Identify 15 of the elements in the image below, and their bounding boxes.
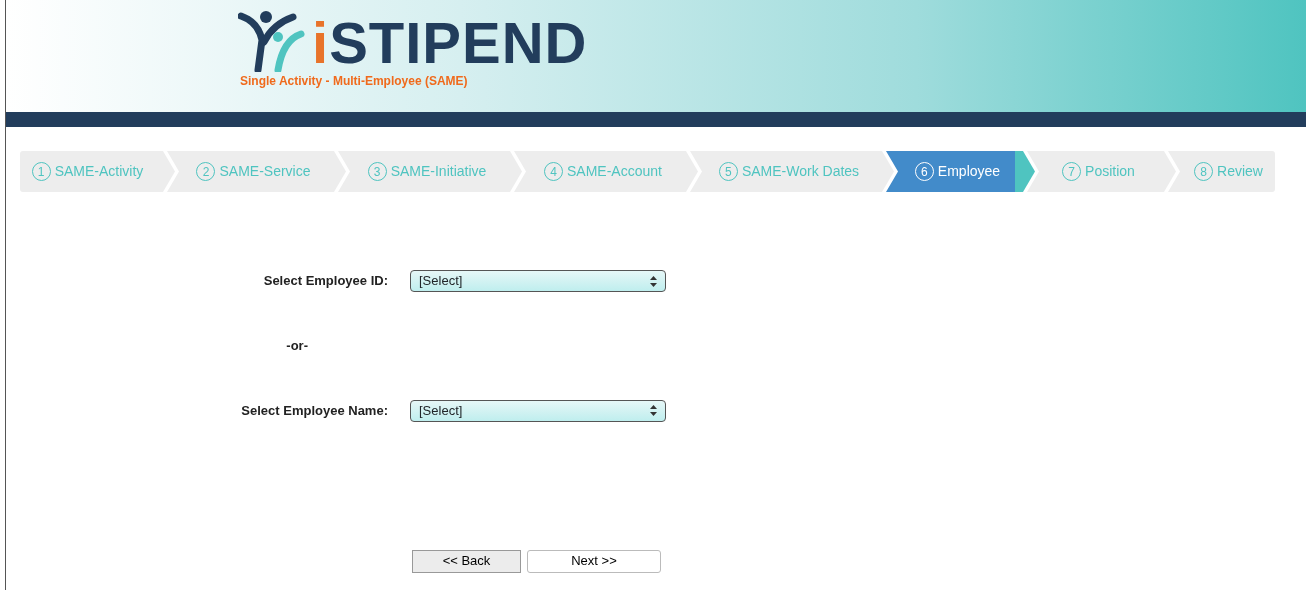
logo-figures-icon	[238, 10, 308, 72]
wizard-step[interactable]: 1 SAME-Activity	[20, 151, 155, 192]
logo-text: iSTIPEND	[312, 14, 588, 72]
select-dropdown[interactable]: [Select]	[410, 270, 666, 292]
field-label: Select Employee Name:	[240, 401, 388, 420]
step-chevron-icon	[1015, 151, 1041, 192]
back-button[interactable]: << Back	[412, 549, 521, 573]
select-dropdown[interactable]: [Select]	[410, 399, 666, 422]
next-button[interactable]: Next >>	[527, 549, 661, 573]
app-subtitle: Single Activity - Multi-Employee (SAME)	[240, 73, 469, 90]
dropdown-arrows-icon	[650, 405, 657, 416]
dropdown-arrows-icon	[650, 275, 657, 287]
field-label: -or-	[285, 337, 309, 355]
field-label: Select Employee ID:	[262, 272, 388, 291]
step-chevron-icon	[874, 151, 900, 192]
